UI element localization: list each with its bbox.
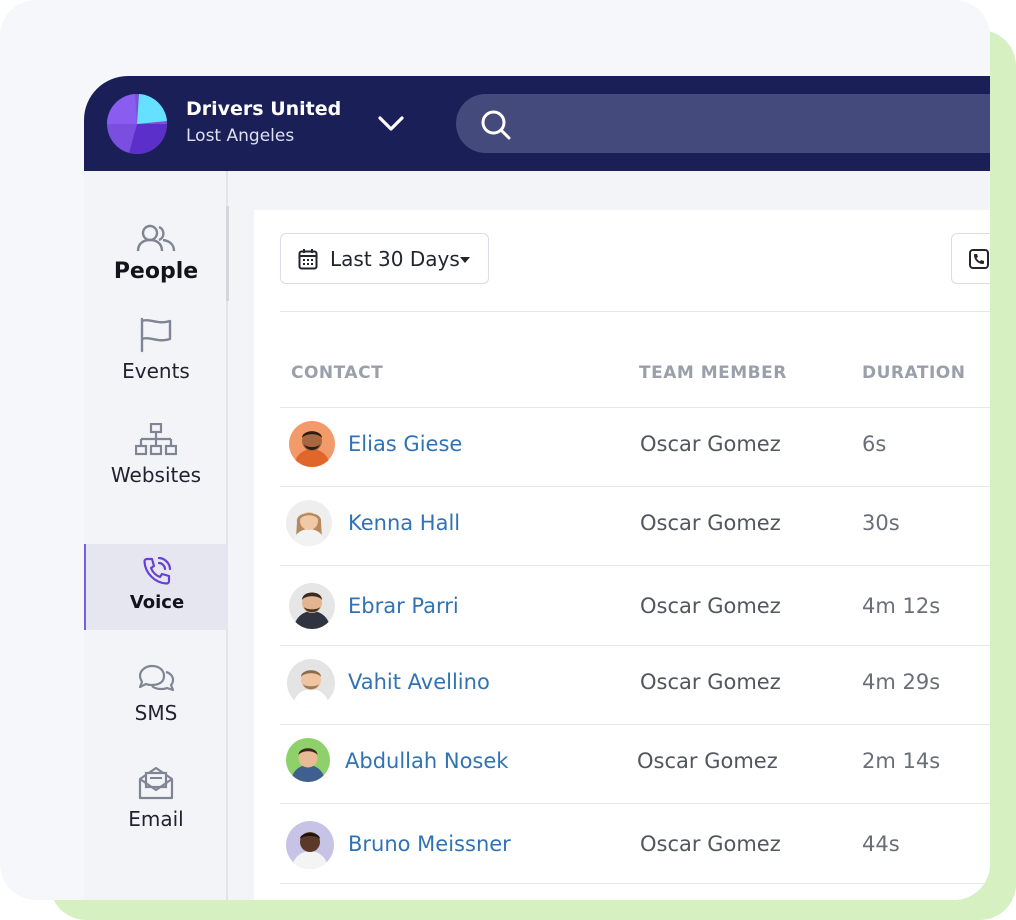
date-range-dropdown[interactable]: Last 30 Days: [280, 233, 489, 284]
sidebar-item-label: Email: [128, 807, 184, 831]
sidebar-item-label: People: [113, 259, 199, 284]
call-duration: 4m 12s: [862, 594, 941, 618]
phone-filter-button[interactable]: [951, 233, 990, 284]
row-divider: [280, 883, 990, 884]
chevron-down-icon[interactable]: [376, 110, 406, 136]
search-bar: [456, 94, 990, 153]
call-duration: 2m 14s: [862, 749, 941, 773]
sidebar-item-events[interactable]: Events: [84, 317, 228, 383]
contact-name-link[interactable]: Elias Giese: [348, 432, 462, 456]
call-duration: 6s: [862, 432, 887, 456]
chat-bubbles-icon: [138, 664, 175, 692]
avatar: [286, 738, 330, 782]
sidebar-item-voice[interactable]: Voice: [84, 544, 228, 630]
call-duration: 44s: [862, 832, 900, 856]
org-logo: [107, 94, 167, 154]
toolbar-divider: [280, 311, 990, 312]
table-row[interactable]: Elias Giese Oscar Gomez 6s: [254, 408, 990, 487]
sidebar-item-label: Events: [122, 359, 190, 383]
app-window: Drivers United Lost Angeles People Event…: [84, 76, 990, 900]
column-header-contact[interactable]: CONTACT: [291, 363, 383, 383]
column-header-duration[interactable]: DURATION: [862, 363, 965, 383]
contact-name-link[interactable]: Ebrar Parri: [348, 594, 459, 618]
sitemap-icon: [135, 423, 177, 456]
row-divider: [280, 565, 990, 566]
contact-name-link[interactable]: Abdullah Nosek: [345, 749, 508, 773]
table-row[interactable]: Abdullah Nosek Oscar Gomez 2m 14s: [254, 725, 990, 804]
contact-name-link[interactable]: Vahit Avellino: [348, 670, 490, 694]
sidebar: People Events Websites Voice SMS Email: [84, 171, 229, 900]
search-icon[interactable]: [480, 109, 512, 141]
caret-down-icon: [460, 257, 470, 263]
people-icon: [136, 224, 176, 252]
main-panel: Last 30 Days CONTACT TEAM MEMBER DURATIO…: [254, 210, 990, 900]
avatar: [286, 500, 332, 546]
table-row[interactable]: Bruno Meissner Oscar Gomez 44s: [254, 808, 990, 887]
team-member: Oscar Gomez: [637, 749, 778, 773]
phone-call-icon: [143, 556, 172, 585]
sidebar-item-email[interactable]: Email: [84, 765, 228, 831]
date-range-label: Last 30 Days: [330, 247, 460, 271]
sidebar-item-label: Websites: [110, 463, 202, 487]
avatar: [286, 821, 334, 869]
search-input[interactable]: [526, 94, 990, 153]
table-row[interactable]: Kenna Hall Oscar Gomez 30s: [254, 487, 990, 566]
row-divider: [280, 803, 990, 804]
avatar: [287, 659, 335, 707]
org-name: Drivers United: [186, 98, 342, 120]
sidebar-item-websites[interactable]: Websites: [84, 423, 228, 487]
call-duration: 30s: [862, 511, 900, 535]
table-row[interactable]: Vahit Avellino Oscar Gomez 4m 29s: [254, 646, 990, 725]
flag-icon: [140, 317, 172, 353]
avatar: [289, 421, 335, 467]
calendar-icon: [298, 249, 318, 270]
team-member: Oscar Gomez: [640, 511, 781, 535]
avatar: [289, 583, 335, 629]
table-row[interactable]: Ebrar Parri Oscar Gomez 4m 12s: [254, 570, 990, 649]
team-member: Oscar Gomez: [640, 432, 781, 456]
org-city: Lost Angeles: [186, 126, 295, 146]
phone-square-icon: [969, 249, 989, 269]
sidebar-item-label: SMS: [134, 701, 178, 725]
column-header-team-member[interactable]: TEAM MEMBER: [639, 363, 787, 383]
screenshot-card: Drivers United Lost Angeles People Event…: [0, 0, 990, 900]
team-member: Oscar Gomez: [640, 670, 781, 694]
top-bar: Drivers United Lost Angeles: [84, 76, 990, 171]
contact-name-link[interactable]: Bruno Meissner: [348, 832, 511, 856]
team-member: Oscar Gomez: [640, 832, 781, 856]
team-member: Oscar Gomez: [640, 594, 781, 618]
sidebar-item-label: Voice: [129, 592, 185, 613]
envelope-icon: [138, 766, 174, 800]
contact-name-link[interactable]: Kenna Hall: [348, 511, 460, 535]
sidebar-item-people[interactable]: People: [84, 223, 228, 284]
call-duration: 4m 29s: [862, 670, 941, 694]
sidebar-item-sms[interactable]: SMS: [84, 663, 228, 725]
